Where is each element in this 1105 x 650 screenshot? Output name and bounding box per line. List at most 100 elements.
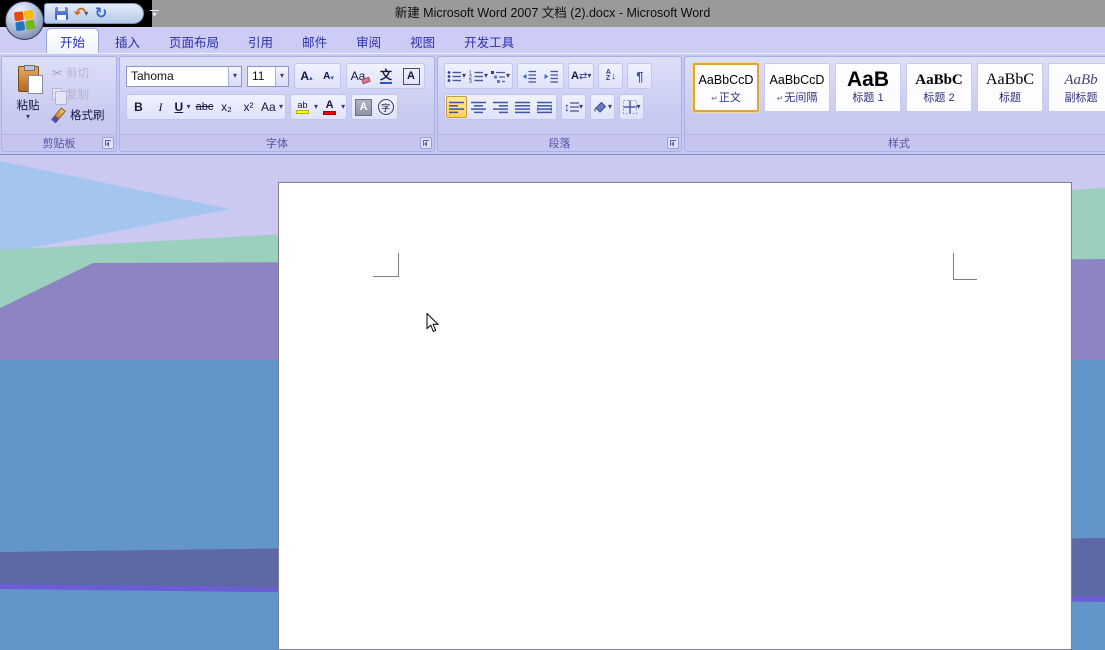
redo-icon: ↻ (94, 4, 108, 22)
align-left-icon (449, 101, 464, 113)
distribute-icon (537, 101, 552, 113)
group-paragraph: ▾ 123 ▾ ▾ A ⇄ ▾ A Z ↓ ¶ ↕ ▾ ▾ ▾ 段落 (437, 56, 682, 152)
shrink-font-icon (330, 69, 334, 83)
save-icon (54, 7, 68, 20)
undo-caret-icon: ▾ (84, 9, 89, 18)
format-painter-button[interactable]: 格式刷 (52, 107, 105, 123)
multilevel-list-button[interactable]: ▾ (490, 65, 511, 87)
grow-font-button[interactable]: A (296, 65, 317, 87)
show-hide-marks-button[interactable]: ¶ (629, 65, 650, 87)
shading-bucket-icon (594, 101, 607, 113)
font-dialog-launcher[interactable] (420, 137, 432, 149)
character-shading-button[interactable]: A (353, 96, 374, 118)
bullets-icon (447, 70, 461, 82)
ribbon-tab-row: 开始 插入 页面布局 引用 邮件 审阅 视图 开发工具 (0, 27, 1105, 53)
align-right-button[interactable] (490, 96, 511, 118)
undo-button[interactable]: ↶ ▾ (73, 5, 89, 23)
paste-caret-icon: ▾ (25, 112, 30, 121)
justify-button[interactable] (512, 96, 533, 118)
save-button[interactable] (53, 5, 69, 23)
paste-button[interactable]: 粘贴 ▾ (8, 62, 48, 134)
numbering-button[interactable]: 123 ▾ (468, 65, 489, 87)
align-center-button[interactable] (468, 96, 489, 118)
italic-button[interactable]: I (150, 96, 171, 118)
style-title[interactable]: AaBbC 标题 (977, 63, 1043, 112)
justify-icon (515, 101, 530, 113)
strikethrough-button[interactable]: abc (194, 96, 215, 118)
font-color-caret-icon[interactable]: ▾ (341, 103, 345, 111)
font-name-value: Tahoma (131, 69, 174, 83)
align-right-icon (493, 101, 508, 113)
bold-button[interactable]: B (128, 96, 149, 118)
font-size-combobox[interactable]: 11 ▾ (247, 65, 289, 87)
font-name-caret-icon: ▾ (232, 71, 237, 80)
line-spacing-icon (570, 102, 579, 112)
paste-icon (17, 65, 43, 94)
align-left-button[interactable] (446, 96, 467, 118)
enclose-characters-button[interactable]: 字 (375, 96, 396, 118)
phonetic-guide-button[interactable]: 文 (374, 65, 398, 87)
font-color-swatch (323, 110, 337, 115)
paragraph-dialog-launcher[interactable] (667, 137, 679, 149)
margin-crop-mark-right (953, 253, 977, 280)
tab-mailings[interactable]: 邮件 (289, 29, 340, 53)
asian-layout-icon: A (571, 70, 579, 82)
style-normal[interactable]: AaBbCcD ↵ 正文 (693, 63, 759, 112)
style-no-spacing[interactable]: AaBbCcD ↵ 无间隔 (764, 63, 830, 112)
tab-references[interactable]: 引用 (235, 29, 286, 53)
style-subtitle[interactable]: AaBb 副标题 (1048, 63, 1105, 112)
superscript-button[interactable]: x² (238, 96, 259, 118)
font-name-combobox[interactable]: Tahoma ▾ (126, 65, 242, 87)
paragraph-mark-icon: ↵ (776, 94, 784, 103)
clipboard-group-label: 剪贴板 (2, 134, 116, 151)
distribute-button[interactable] (534, 96, 555, 118)
subscript-button[interactable]: x₂ (216, 96, 237, 118)
line-spacing-button[interactable]: ↕ ▾ (563, 96, 584, 118)
asian-layout-button[interactable]: A ⇄ ▾ (570, 65, 592, 87)
tab-developer[interactable]: 开发工具 (451, 29, 527, 53)
multilevel-list-icon (491, 70, 506, 83)
underline-button[interactable]: U ▾ (172, 96, 193, 118)
cut-button[interactable]: ✂ 剪切 (52, 65, 105, 81)
borders-button[interactable]: ▾ (621, 96, 642, 118)
redo-button[interactable]: ↻ (93, 5, 109, 23)
style-heading-1[interactable]: AaB 标题 1 (835, 63, 901, 112)
tab-review[interactable]: 审阅 (343, 29, 394, 53)
quick-access-toolbar: ↶ ▾ ↻ (44, 3, 144, 24)
clipboard-dialog-launcher[interactable] (102, 137, 114, 149)
clear-formatting-button[interactable]: Aa (348, 65, 373, 87)
change-case-button[interactable]: Aa ▾ (260, 96, 284, 118)
margin-crop-mark-left (373, 253, 399, 277)
shrink-font-button[interactable]: A (318, 65, 339, 87)
font-size-caret-icon: ▾ (279, 71, 284, 80)
text-highlight-color-button[interactable]: ab (292, 96, 313, 118)
character-border-button[interactable]: A (399, 65, 423, 87)
copy-button[interactable]: 复制 (52, 86, 105, 105)
title-bar[interactable]: 新建 Microsoft Word 2007 文档 (2).docx - Mic… (0, 0, 1105, 27)
increase-indent-button[interactable] (541, 65, 562, 87)
ribbon: 粘贴 ▾ ✂ 剪切 复制 格式刷 剪贴板 Tahoma ▾ 11 ▾ A ▴ A… (0, 53, 1105, 155)
font-size-value: 11 (252, 69, 265, 83)
font-color-button[interactable]: A (319, 96, 340, 118)
tab-view[interactable]: 视图 (397, 29, 448, 53)
sort-button[interactable]: AZ ↓ (600, 65, 621, 87)
highlight-caret-icon[interactable]: ▾ (314, 103, 318, 111)
office-button[interactable] (5, 1, 44, 40)
group-clipboard: 粘贴 ▾ ✂ 剪切 复制 格式刷 剪贴板 (1, 56, 117, 152)
grow-font-icon (309, 69, 313, 83)
shading-button[interactable]: ▾ (592, 96, 613, 118)
style-heading-2[interactable]: AaBbC 标题 2 (906, 63, 972, 112)
customize-quick-access-button[interactable]: ▾ (148, 6, 161, 21)
office-logo-icon (13, 9, 36, 32)
underline-caret-icon: ▾ (186, 102, 191, 111)
bullets-button[interactable]: ▾ (446, 65, 467, 87)
paragraph-mark-icon: ↵ (711, 94, 718, 103)
tab-home[interactable]: 开始 (46, 28, 100, 53)
group-styles: AaBbCcD ↵ 正文 AaBbCcD ↵ 无间隔 AaB 标题 1 AaBbC … (684, 56, 1105, 152)
tab-page-layout[interactable]: 页面布局 (156, 29, 232, 53)
paragraph-group-label: 段落 (438, 134, 681, 151)
increase-indent-icon (544, 70, 559, 83)
copy-icon (52, 88, 67, 105)
tab-insert[interactable]: 插入 (102, 29, 153, 53)
decrease-indent-button[interactable] (519, 65, 540, 87)
